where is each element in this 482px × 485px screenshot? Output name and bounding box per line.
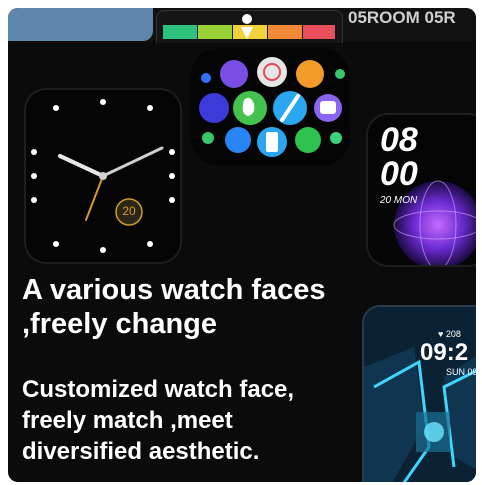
gauge-segment-orange (268, 25, 302, 39)
blue-band (8, 8, 153, 41)
gauge-segment-green (163, 25, 197, 39)
analog-date: 20 (122, 204, 136, 218)
description: Customized watch face, freely match ,mee… (22, 374, 294, 467)
product-promo-card: 05ROOM 05R 20 08 00 20 MON ♥ 208 09:2 SU… (8, 8, 476, 482)
cyber-heart-rate: ♥ 208 (438, 329, 461, 339)
headline-line-1: A various watch faces (22, 274, 326, 306)
gauge-segment-lime (198, 25, 232, 39)
color-gauge-watch-face (156, 10, 343, 43)
app-bubbles-icon (199, 57, 345, 157)
digital-hour: 08 (380, 121, 418, 159)
app-menu-watch-face (190, 48, 350, 166)
cyber-watch-face: ♥ 208 09:2 SUN 09 (362, 305, 476, 482)
analog-watch-face: 20 (24, 88, 182, 264)
description-line-1: Customized watch face, (22, 376, 295, 403)
digital-watch-face: 08 00 20 MON (366, 113, 476, 267)
headline-line-2: ,freely change (22, 308, 218, 340)
digital-date: 20 MON (380, 195, 418, 206)
description-line-3: diversified aesthetic. (22, 438, 260, 465)
gauge-segment-red (303, 25, 335, 39)
headline: A various watch faces ,freely change (22, 273, 326, 341)
description-line-2: freely match ,meet (22, 407, 233, 434)
top-right-watch-text: 05ROOM 05R (348, 8, 456, 27)
digital-minute: 00 (380, 155, 418, 193)
cyber-date: SUN 09 (446, 367, 476, 377)
analog-clock-icon (31, 99, 175, 253)
cyber-time: 09:2 (420, 339, 469, 366)
gauge-pointer-icon (241, 14, 253, 39)
